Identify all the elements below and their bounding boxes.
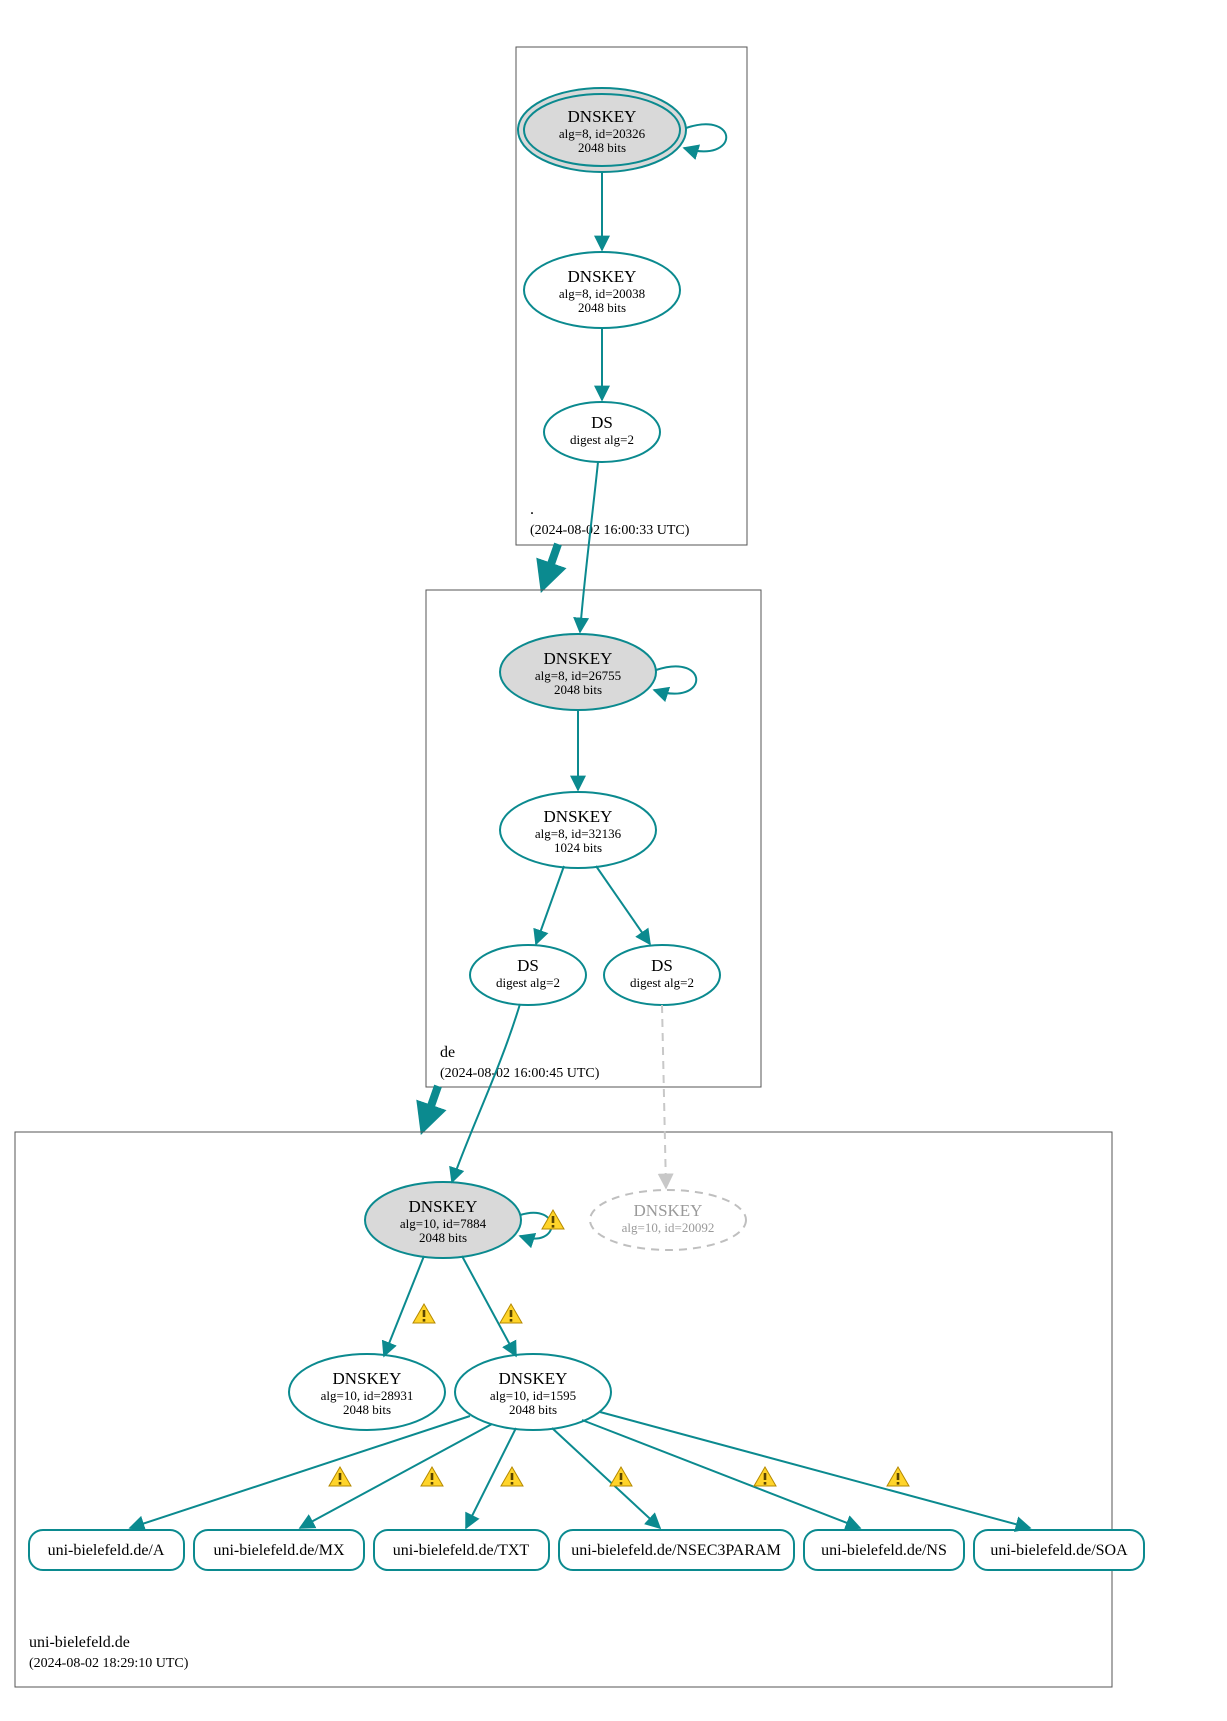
zone-time-de: (2024-08-02 16:00:45 UTC) (440, 1066, 600, 1081)
self-loop-de-ksk (654, 666, 696, 693)
node-sub2: 2048 bits (554, 682, 602, 697)
node-dnskey-root-zsk: DNSKEY alg=8, id=20038 2048 bits (524, 252, 680, 328)
zone-name-de: de (440, 1044, 455, 1061)
node-sub1: alg=8, id=20326 (559, 126, 646, 141)
node-sub2: 2048 bits (419, 1230, 467, 1245)
warning-icon (421, 1467, 443, 1486)
warning-icon (754, 1467, 776, 1486)
delegation-de-to-uni (424, 1086, 438, 1126)
rrset-nsec3param: uni-bielefeld.de/NSEC3PARAM (559, 1530, 794, 1570)
node-title: DNSKEY (499, 1369, 568, 1388)
node-dnskey-uni-zsk1: DNSKEY alg=10, id=28931 2048 bits (289, 1354, 445, 1430)
node-title: DS (517, 956, 539, 975)
node-sub1: digest alg=2 (496, 975, 560, 990)
node-sub1: alg=10, id=28931 (321, 1388, 414, 1403)
delegation-root-to-de (544, 544, 558, 584)
node-title: DNSKEY (568, 107, 637, 126)
node-ds-root: DS digest alg=2 (544, 402, 660, 462)
node-sub1: digest alg=2 (570, 432, 634, 447)
warning-icon (329, 1467, 351, 1486)
node-title: DNSKEY (544, 807, 613, 826)
edge-zsk2-to-a (130, 1416, 470, 1528)
node-title: DNSKEY (409, 1197, 478, 1216)
rrset-txt: uni-bielefeld.de/TXT (374, 1530, 549, 1570)
node-title: DNSKEY (634, 1201, 703, 1220)
rrset-label: uni-bielefeld.de/MX (213, 1542, 345, 1559)
edge-uni-ksk-to-zsk2 (462, 1256, 516, 1356)
node-sub2: 2048 bits (343, 1402, 391, 1417)
node-title: DNSKEY (544, 649, 613, 668)
node-sub1: alg=8, id=32136 (535, 826, 622, 841)
warning-icon (501, 1467, 523, 1486)
node-ds-de-1: DS digest alg=2 (470, 945, 586, 1005)
node-sub1: alg=8, id=20038 (559, 286, 645, 301)
rrset-soa: uni-bielefeld.de/SOA (974, 1530, 1144, 1570)
rrset-label: uni-bielefeld.de/NS (821, 1542, 947, 1559)
node-dnskey-de-zsk: DNSKEY alg=8, id=32136 1024 bits (500, 792, 656, 868)
edge-de-ds1-to-uni-ksk (452, 1004, 520, 1182)
node-ds-de-2: DS digest alg=2 (604, 945, 720, 1005)
rrset-label: uni-bielefeld.de/A (48, 1542, 165, 1559)
node-sub1: digest alg=2 (630, 975, 694, 990)
node-dnskey-uni-ksk: DNSKEY alg=10, id=7884 2048 bits (365, 1182, 521, 1258)
node-sub1: alg=10, id=20092 (622, 1220, 715, 1235)
node-title: DS (591, 413, 613, 432)
node-sub1: alg=10, id=1595 (490, 1388, 576, 1403)
node-dnskey-de-ksk: DNSKEY alg=8, id=26755 2048 bits (500, 634, 656, 710)
rrset-label: uni-bielefeld.de/TXT (393, 1542, 530, 1559)
zone-name-root: . (530, 501, 534, 518)
rrset-a: uni-bielefeld.de/A (29, 1530, 184, 1570)
edge-de-ds2-to-uni-ghost (662, 1005, 666, 1188)
warning-icon (887, 1467, 909, 1486)
warning-icon (542, 1210, 564, 1229)
edge-de-zsk-to-ds2 (596, 866, 650, 944)
warning-icon (610, 1467, 632, 1486)
zone-time-uni: (2024-08-02 18:29:10 UTC) (29, 1656, 189, 1671)
node-title: DS (651, 956, 673, 975)
self-loop-root-ksk (684, 124, 726, 151)
edge-de-zsk-to-ds1 (536, 866, 564, 944)
zone-name-uni: uni-bielefeld.de (29, 1634, 130, 1651)
rrset-label: uni-bielefeld.de/NSEC3PARAM (571, 1542, 781, 1559)
edge-uni-ksk-to-zsk1 (384, 1256, 424, 1356)
warning-icon (413, 1304, 435, 1323)
node-dnskey-uni-ghost: DNSKEY alg=10, id=20092 (590, 1190, 746, 1250)
warning-icon (500, 1304, 522, 1323)
node-sub2: 1024 bits (554, 840, 602, 855)
zone-time-root: (2024-08-02 16:00:33 UTC) (530, 523, 690, 538)
node-sub1: alg=8, id=26755 (535, 668, 621, 683)
node-sub2: 2048 bits (578, 300, 626, 315)
rrset-label: uni-bielefeld.de/SOA (990, 1542, 1128, 1559)
rrset-mx: uni-bielefeld.de/MX (194, 1530, 364, 1570)
node-dnskey-uni-zsk2: DNSKEY alg=10, id=1595 2048 bits (455, 1354, 611, 1430)
node-sub2: 2048 bits (578, 140, 626, 155)
edge-root-ds-to-de-ksk (580, 462, 598, 632)
node-title: DNSKEY (333, 1369, 402, 1388)
node-sub2: 2048 bits (509, 1402, 557, 1417)
node-sub1: alg=10, id=7884 (400, 1216, 487, 1231)
node-dnskey-root-ksk: DNSKEY alg=8, id=20326 2048 bits (518, 88, 686, 172)
node-title: DNSKEY (568, 267, 637, 286)
rrset-ns: uni-bielefeld.de/NS (804, 1530, 964, 1570)
